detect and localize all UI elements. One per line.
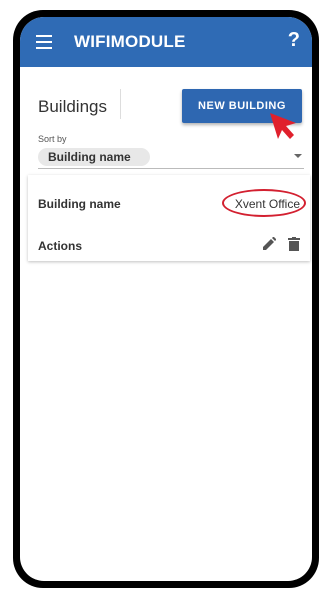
menu-icon[interactable] xyxy=(36,35,52,49)
help-icon[interactable]: ? xyxy=(288,29,300,52)
app-title: WIFIMODULE xyxy=(74,32,186,51)
building-name-row: Building name Xvent Office xyxy=(38,189,306,217)
title-divider xyxy=(120,89,121,119)
dropdown-arrow-icon xyxy=(294,154,302,158)
edit-icon[interactable] xyxy=(262,237,276,251)
highlight-ellipse xyxy=(222,189,306,217)
sort-by-select[interactable]: Building name xyxy=(38,146,304,169)
building-name-label: Building name xyxy=(38,197,121,211)
phone-frame: WIFIMODULE ? Buildings NEW BUILDING Sort… xyxy=(13,10,319,588)
actions-row: Actions xyxy=(38,237,300,257)
app-screen: WIFIMODULE ? Buildings NEW BUILDING Sort… xyxy=(20,17,312,581)
actions-label: Actions xyxy=(38,239,83,253)
page-title: Buildings xyxy=(38,97,107,116)
sort-by-label: Sort by xyxy=(38,134,67,144)
delete-icon[interactable] xyxy=(288,237,300,251)
app-bar: WIFIMODULE ? xyxy=(20,17,312,67)
building-card: Building name Xvent Office Actions xyxy=(28,175,310,261)
sort-by-field: Sort by Building name xyxy=(38,134,304,169)
sort-selected-value: Building name xyxy=(38,148,150,166)
